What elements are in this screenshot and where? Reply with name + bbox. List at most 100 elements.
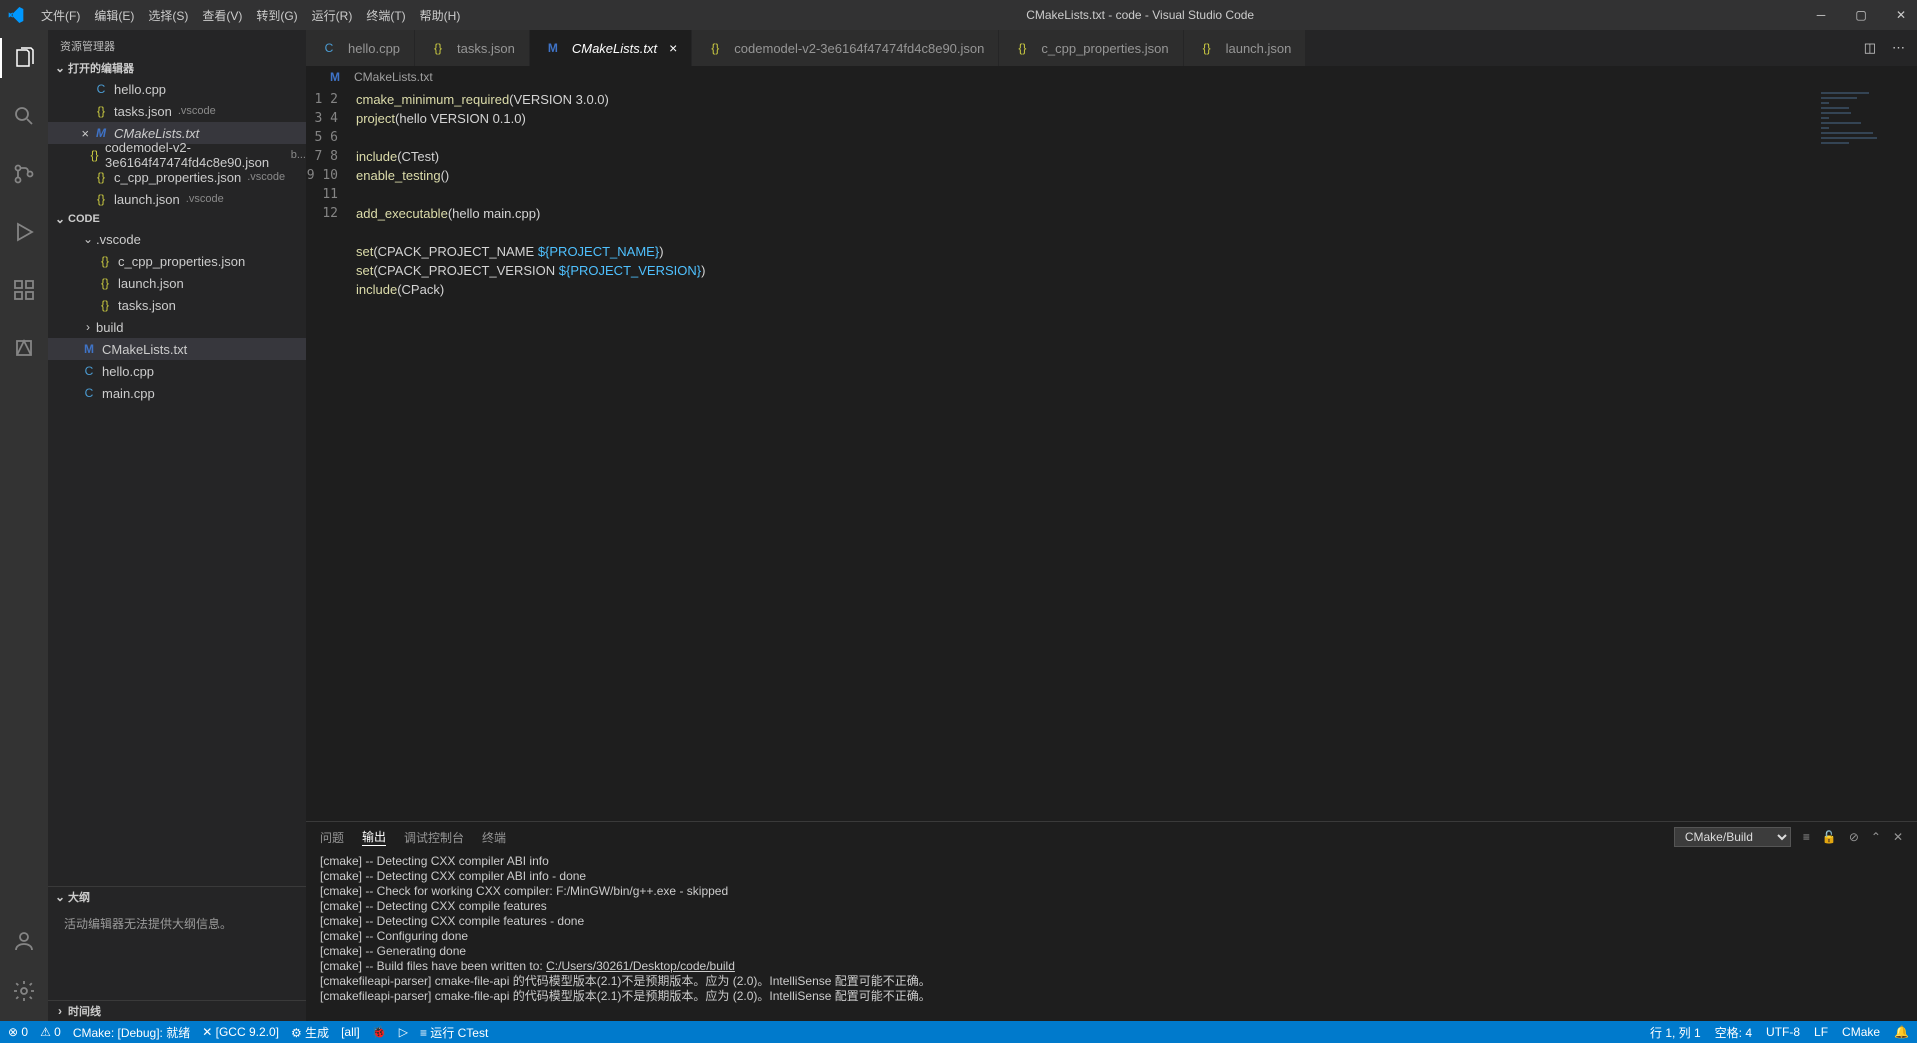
file-item[interactable]: Cmain.cpp: [48, 382, 306, 404]
workspace-header[interactable]: ⌄CODE: [48, 210, 306, 228]
menu-item[interactable]: 运行(R): [305, 7, 360, 24]
chevron-right-icon: ›: [52, 1004, 68, 1018]
menu-item[interactable]: 帮助(H): [413, 7, 468, 24]
editor-tab[interactable]: {}launch.json: [1184, 30, 1307, 66]
status-item[interactable]: ✕ [GCC 9.2.0]: [202, 1024, 279, 1041]
chevron-up-icon[interactable]: ⌃: [1871, 830, 1881, 844]
status-item[interactable]: 🐞: [372, 1024, 387, 1041]
code-content[interactable]: cmake_minimum_required(VERSION 3.0.0)pro…: [356, 88, 705, 821]
minimap[interactable]: [1821, 92, 1901, 142]
editor-tab[interactable]: {}tasks.json: [415, 30, 530, 66]
menu-item[interactable]: 转到(G): [249, 7, 304, 24]
menu-item[interactable]: 查看(V): [195, 7, 249, 24]
close-icon[interactable]: ×: [78, 126, 92, 141]
source-control-icon[interactable]: [0, 154, 48, 194]
close-icon[interactable]: ✕: [1893, 8, 1909, 22]
outline-header[interactable]: ⌄大纲: [48, 887, 306, 907]
chevron-down-icon: ⌄: [52, 890, 68, 904]
status-item[interactable]: UTF-8: [1766, 1024, 1800, 1041]
more-icon[interactable]: ⋯: [1892, 40, 1905, 56]
window-title: CMakeLists.txt - code - Visual Studio Co…: [467, 8, 1813, 22]
minimize-icon[interactable]: ─: [1813, 8, 1829, 22]
close-panel-icon[interactable]: ✕: [1893, 830, 1903, 844]
open-editors-header[interactable]: ⌄打开的编辑器: [48, 58, 306, 78]
code-editor[interactable]: 1 2 3 4 5 6 7 8 9 10 11 12 cmake_minimum…: [306, 88, 1917, 821]
cpp-file-icon: C: [92, 82, 110, 96]
editor-tabs: Chello.cpp{}tasks.jsonMCMakeLists.txt×{}…: [306, 30, 1917, 66]
editor-tab[interactable]: {}codemodel-v2-3e6164f47474fd4c8e90.json: [692, 30, 999, 66]
menu-item[interactable]: 编辑(E): [87, 7, 141, 24]
status-item[interactable]: 行 1, 列 1: [1650, 1024, 1701, 1041]
folder-item[interactable]: ⌄.vscode: [48, 228, 306, 250]
file-item[interactable]: MCMakeLists.txt: [48, 338, 306, 360]
status-item[interactable]: CMake: [Debug]: 就绪: [73, 1024, 190, 1041]
bottom-panel: 问题 输出 调试控制台 终端 CMake/Build ≡ 🔓 ⊘ ⌃ ✕ [cmake] -- D…: [306, 821, 1917, 1021]
json-file-icon: {}: [92, 192, 110, 206]
panel-tab[interactable]: 问题: [320, 829, 344, 846]
editor-tab[interactable]: {}c_cpp_properties.json: [999, 30, 1183, 66]
status-item[interactable]: 空格: 4: [1715, 1024, 1752, 1041]
clear-icon[interactable]: ⊘: [1849, 830, 1859, 844]
output-channel-select[interactable]: CMake/Build: [1674, 827, 1791, 847]
open-editor-item[interactable]: Chello.cpp: [48, 78, 306, 100]
split-editor-icon[interactable]: ◫: [1864, 40, 1876, 56]
json-file-icon: {}: [1013, 41, 1031, 55]
status-bar: ⊗ 0 ⚠ 0 CMake: [Debug]: 就绪 ✕ [GCC 9.2.0] ⚙ 生…: [0, 1021, 1917, 1043]
status-item[interactable]: ⚙ 生成: [291, 1024, 329, 1041]
status-item[interactable]: ⊗ 0: [8, 1024, 28, 1041]
open-editor-item[interactable]: {}codemodel-v2-3e6164f47474fd4c8e90.json…: [48, 144, 306, 166]
extensions-icon[interactable]: [0, 270, 48, 310]
breadcrumb-file: CMakeLists.txt: [354, 70, 433, 84]
editor-tab[interactable]: Chello.cpp: [306, 30, 415, 66]
panel-output[interactable]: [cmake] -- Detecting CXX compiler ABI in…: [306, 852, 1917, 1021]
open-editor-item[interactable]: {}tasks.json.vscode: [48, 100, 306, 122]
editor-area: Chello.cpp{}tasks.jsonMCMakeLists.txt×{}…: [306, 30, 1917, 1021]
status-item[interactable]: 🔔: [1894, 1024, 1909, 1041]
status-item[interactable]: LF: [1814, 1024, 1828, 1041]
status-item[interactable]: ≡ 运行 CTest: [420, 1024, 488, 1041]
maximize-icon[interactable]: ▢: [1853, 8, 1869, 22]
menu-item[interactable]: 文件(F): [34, 7, 87, 24]
json-file-icon: {}: [96, 298, 114, 312]
panel-tab[interactable]: 输出: [362, 828, 386, 846]
titlebar: 文件(F)编辑(E)选择(S)查看(V)转到(G)运行(R)终端(T)帮助(H)…: [0, 0, 1917, 30]
settings-gear-icon[interactable]: [0, 971, 48, 1011]
status-item[interactable]: CMake: [1842, 1024, 1880, 1041]
list-icon[interactable]: ≡: [1803, 830, 1810, 844]
menu-item[interactable]: 终端(T): [359, 7, 412, 24]
json-file-icon: {}: [1198, 41, 1216, 55]
file-item[interactable]: {}tasks.json: [48, 294, 306, 316]
json-file-icon: {}: [429, 41, 447, 55]
file-item[interactable]: Chello.cpp: [48, 360, 306, 382]
file-item[interactable]: {}launch.json: [48, 272, 306, 294]
search-icon[interactable]: [0, 96, 48, 136]
json-file-icon: {}: [88, 148, 101, 162]
outline-empty-message: 活动编辑器无法提供大纲信息。: [48, 907, 306, 940]
line-numbers: 1 2 3 4 5 6 7 8 9 10 11 12: [306, 88, 356, 821]
explorer-icon[interactable]: [0, 38, 48, 78]
status-item[interactable]: ▷: [399, 1024, 408, 1041]
panel-tab[interactable]: 调试控制台: [404, 829, 464, 846]
cmake-file-icon: M: [326, 70, 344, 84]
run-debug-icon[interactable]: [0, 212, 48, 252]
cpp-file-icon: C: [80, 386, 98, 400]
open-editor-item[interactable]: {}launch.json.vscode: [48, 188, 306, 210]
file-item[interactable]: {}c_cpp_properties.json: [48, 250, 306, 272]
close-tab-icon[interactable]: ×: [669, 40, 677, 56]
timeline-header[interactable]: ›时间线: [48, 1001, 306, 1021]
account-icon[interactable]: [0, 921, 48, 961]
breadcrumb[interactable]: M CMakeLists.txt: [306, 66, 1917, 88]
json-file-icon: {}: [706, 41, 724, 55]
status-item[interactable]: ⚠ 0: [40, 1024, 61, 1041]
chevron-down-icon: ⌄: [52, 212, 68, 226]
lock-icon[interactable]: 🔓: [1822, 830, 1837, 844]
main-menu: 文件(F)编辑(E)选择(S)查看(V)转到(G)运行(R)终端(T)帮助(H): [34, 7, 467, 24]
menu-item[interactable]: 选择(S): [141, 7, 195, 24]
status-item[interactable]: [all]: [341, 1024, 360, 1041]
folder-item[interactable]: ›build: [48, 316, 306, 338]
cmake-icon[interactable]: [0, 328, 48, 368]
sidebar: 资源管理器 ⌄打开的编辑器 Chello.cpp {}tasks.json.vs…: [48, 30, 306, 1021]
editor-tab[interactable]: MCMakeLists.txt×: [530, 30, 692, 66]
chevron-down-icon: ⌄: [52, 61, 68, 75]
panel-tab[interactable]: 终端: [482, 829, 506, 846]
